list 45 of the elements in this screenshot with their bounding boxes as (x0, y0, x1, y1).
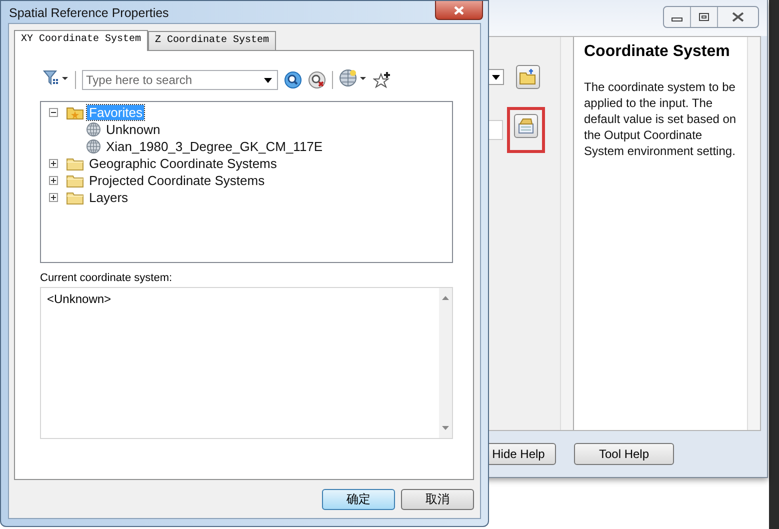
globe-icon (86, 139, 101, 154)
globe-icon (339, 68, 367, 86)
caret-icon (492, 74, 500, 80)
tab[interactable]: XY Coordinate System (14, 30, 148, 51)
folder-icon (66, 156, 84, 170)
folder-icon (519, 69, 537, 85)
close-button[interactable] (435, 1, 483, 20)
tree-item[interactable]: Projected Coordinate Systems (87, 173, 267, 188)
expand-icon[interactable] (49, 159, 58, 168)
ok-button[interactable]: 确定 (322, 489, 395, 510)
scrollbar[interactable] (747, 37, 760, 430)
expand-icon[interactable] (49, 176, 58, 185)
cancel-button[interactable]: 取消 (401, 489, 474, 510)
tool-help-button[interactable]: Tool Help (574, 443, 674, 465)
search-field[interactable]: Type here to search (82, 70, 278, 90)
folder-icon (66, 174, 84, 188)
filter-icon (43, 68, 69, 86)
tree-item[interactable]: Unknown (104, 122, 162, 137)
add-favorite-icon[interactable] (373, 71, 391, 89)
tree-item[interactable]: Layers (87, 190, 130, 205)
properties-button[interactable] (514, 114, 538, 138)
maximize-icon[interactable] (698, 12, 710, 22)
help-text: The coordinate system to be applied to the input. The default value is set based on the Output Coordinate System environment setting. (584, 79, 737, 159)
field-label: Current coordinate system: (40, 272, 174, 284)
scroll-up-icon[interactable] (442, 296, 449, 300)
help-title: Coordinate System (584, 43, 731, 61)
clear-search-icon[interactable] (308, 71, 326, 89)
caret-icon (264, 78, 272, 83)
globe-icon (86, 122, 101, 137)
search-icon[interactable] (284, 71, 302, 89)
tab[interactable]: Z Coordinate System (148, 31, 276, 50)
tree-item[interactable]: Xian_1980_3_Degree_GK_CM_117E (104, 139, 325, 154)
open-folder-button[interactable] (516, 65, 540, 89)
tree-item[interactable]: Geographic Coordinate Systems (87, 156, 279, 171)
window-title: Spatial Reference Properties (9, 6, 169, 20)
scrollbar[interactable] (560, 37, 573, 430)
close-icon (453, 6, 465, 14)
collapse-icon[interactable] (49, 108, 58, 117)
close-icon[interactable] (731, 12, 745, 22)
scrollbar[interactable] (439, 288, 452, 438)
current-system-text: <Unknown> (46, 291, 112, 308)
folder-icon (66, 190, 84, 204)
scroll-down-icon[interactable] (442, 426, 449, 430)
expand-icon[interactable] (49, 193, 58, 202)
star-folder-icon (66, 106, 84, 120)
